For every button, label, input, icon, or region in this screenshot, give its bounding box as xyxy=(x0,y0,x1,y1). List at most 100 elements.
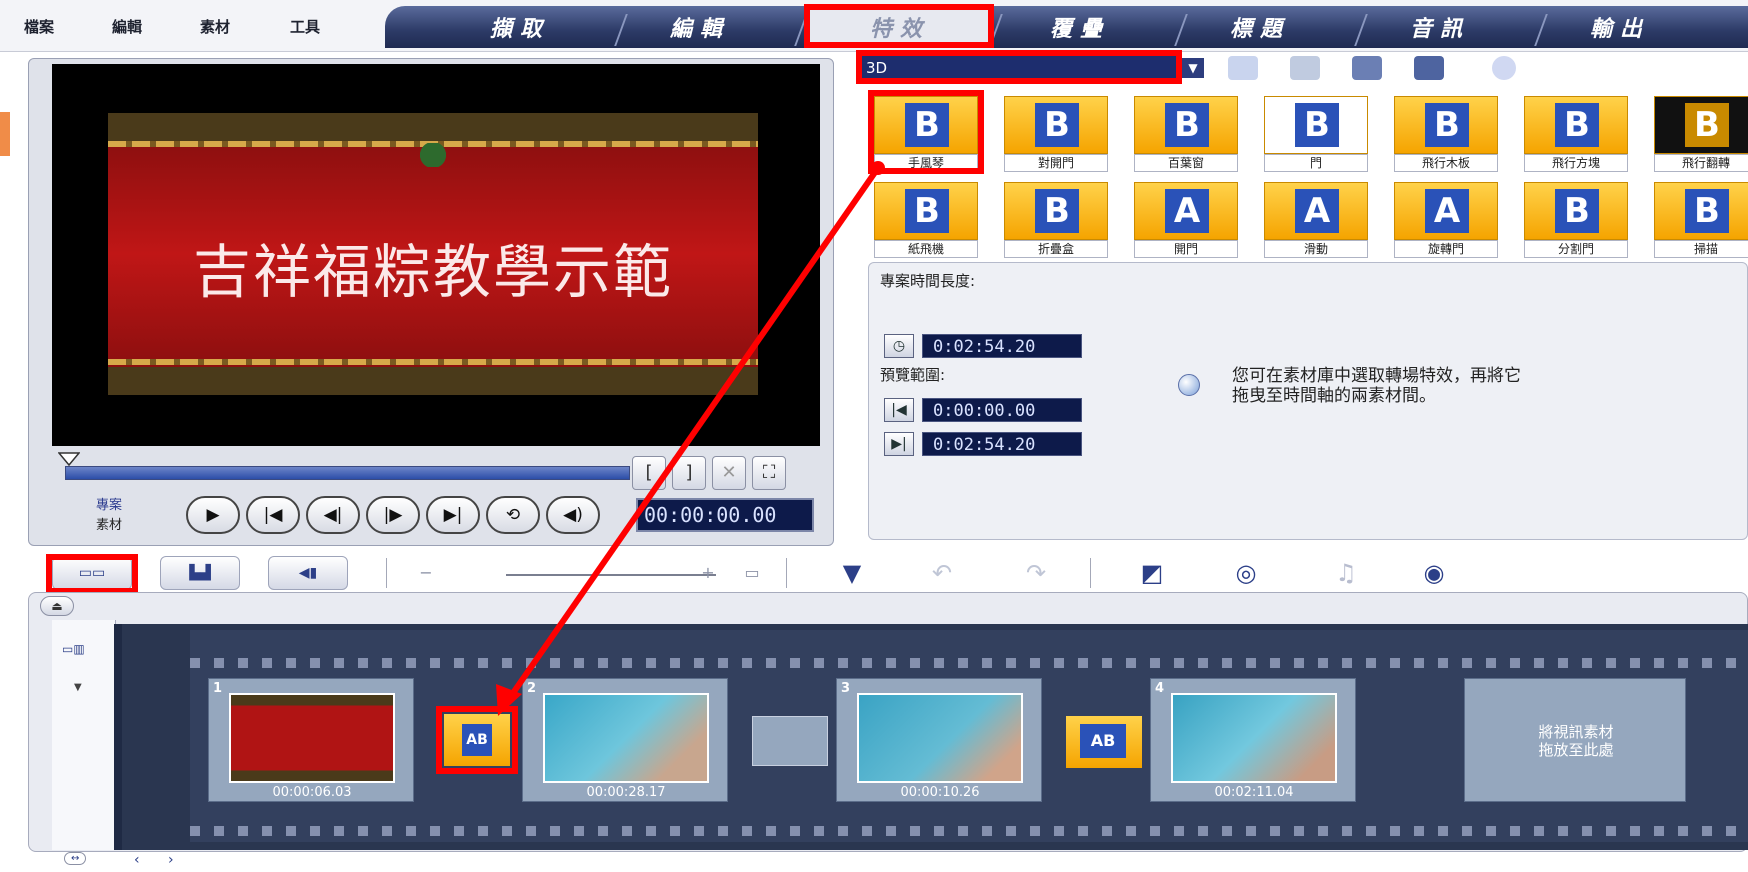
scrub-bar[interactable] xyxy=(65,466,630,480)
folder-icon[interactable] xyxy=(1228,56,1258,80)
undo-icon[interactable]: ↶ xyxy=(920,556,964,590)
effect-label: 掃描 xyxy=(1654,240,1748,258)
mode-project-label[interactable]: 專案 xyxy=(96,494,122,513)
next-frame-icon[interactable]: |▶ xyxy=(366,496,420,534)
eject-icon[interactable]: ⏏ xyxy=(40,596,74,616)
effect-label: 門 xyxy=(1264,154,1368,172)
apply-random-effect-icon[interactable] xyxy=(1414,56,1444,80)
go-to-end-icon[interactable]: ▶| xyxy=(426,496,480,534)
menu-edit[interactable]: 編輯 xyxy=(112,16,142,37)
mark-in-icon[interactable]: [ xyxy=(632,456,666,490)
redo-icon[interactable]: ↷ xyxy=(1014,556,1058,590)
cut-icon[interactable]: ✕ xyxy=(712,456,746,490)
effect-label: 滑動 xyxy=(1264,240,1368,258)
hint-line-1: 您可在素材庫中選取轉場特效，再將它 xyxy=(1232,366,1521,386)
menu-clip[interactable]: 素材 xyxy=(200,16,230,37)
side-accent-bar xyxy=(0,112,10,156)
timeline-clip-3[interactable]: 3 00:00:10.26 xyxy=(836,678,1042,802)
effect-flying-cube[interactable]: B 飛行方塊 xyxy=(1524,96,1628,172)
import-icon[interactable] xyxy=(1290,56,1320,80)
transition-effect-2[interactable]: AB xyxy=(1066,716,1142,768)
effect-revolving-door[interactable]: A 旋轉門 xyxy=(1394,182,1498,258)
effect-open-door[interactable]: A 開門 xyxy=(1134,182,1238,258)
holly-ornament xyxy=(403,143,463,167)
menu-tools[interactable]: 工具 xyxy=(290,16,320,37)
smart-proxy-icon[interactable]: ◩ xyxy=(1130,556,1174,590)
effect-folding-box[interactable]: B 折疊盒 xyxy=(1004,182,1108,258)
tab-capture[interactable]: 擷取 xyxy=(445,14,595,44)
project-duration-label: 專案時間長度: xyxy=(880,272,976,290)
effect-flying-board[interactable]: B 飛行木板 xyxy=(1394,96,1498,172)
effect-flying-flip[interactable]: B 飛行翻轉 xyxy=(1654,96,1748,172)
scroll-left-icon[interactable]: ‹ xyxy=(134,852,140,868)
chevron-down-icon[interactable]: ▼ xyxy=(1182,58,1204,78)
preview-range-label: 預覽範圍: xyxy=(880,366,946,384)
effect-sweep[interactable]: B 掃描 xyxy=(1654,182,1748,258)
zoom-slider[interactable] xyxy=(506,574,716,576)
timeline-clip-4[interactable]: 4 00:02:11.04 xyxy=(1150,678,1356,802)
scroll-right-icon[interactable]: › xyxy=(168,852,174,868)
fit-timeline-icon[interactable]: ↔ xyxy=(64,852,87,865)
mix-audio-icon[interactable]: ♫ xyxy=(1324,556,1368,590)
previous-frame-icon[interactable]: ◀| xyxy=(306,496,360,534)
batch-convert-icon[interactable]: ◎ xyxy=(1224,556,1268,590)
effect-label: 開門 xyxy=(1134,240,1238,258)
effect-label: 對開門 xyxy=(1004,154,1108,172)
tab-title[interactable]: 標題 xyxy=(1185,14,1335,44)
timeline-clip-2[interactable]: 2 00:00:28.17 xyxy=(522,678,728,802)
fit-to-window-icon[interactable]: ▭ xyxy=(730,556,774,590)
menu-file[interactable]: 檔案 xyxy=(24,16,54,37)
zoom-out-icon[interactable]: − xyxy=(404,556,448,590)
render-disc-icon[interactable]: ◉ xyxy=(1412,556,1456,590)
effect-paper-plane[interactable]: B 紙飛機 xyxy=(874,182,978,258)
mark-out-icon[interactable]: ] xyxy=(672,456,706,490)
video-title-text: 吉祥福粽教學示範 xyxy=(192,238,673,306)
highlight-applied-transition xyxy=(436,706,518,774)
play-icon[interactable]: ▶ xyxy=(186,496,240,534)
effect-slide[interactable]: A 滑動 xyxy=(1264,182,1368,258)
fullscreen-icon[interactable]: ⛶ xyxy=(752,456,786,490)
decorative-trim-bottom xyxy=(108,359,758,365)
clip-number: 2 xyxy=(527,681,537,696)
mode-clip-label[interactable]: 素材 xyxy=(96,514,122,533)
tab-edit[interactable]: 編輯 xyxy=(625,14,775,44)
transition-glyph: AB xyxy=(1080,724,1126,758)
highlight-category-dropdown xyxy=(856,50,1182,84)
scrub-handle-icon[interactable] xyxy=(58,452,80,466)
repeat-icon[interactable]: ⟲ xyxy=(486,496,540,534)
effect-split-door[interactable]: B 分割門 xyxy=(1524,182,1628,258)
expand-icon[interactable] xyxy=(1492,56,1516,80)
effect-label: 飛行方塊 xyxy=(1524,154,1628,172)
effect-label: 百葉窗 xyxy=(1134,154,1238,172)
tab-overlay[interactable]: 覆疊 xyxy=(1005,14,1155,44)
audio-view-button[interactable]: ◀▮ xyxy=(268,556,348,590)
timeline-clip-1[interactable]: 1 00:00:06.03 xyxy=(208,678,414,802)
tab-share[interactable]: 輸出 xyxy=(1545,14,1695,44)
drop-zone[interactable]: 將視訊素材 拖放至此處 xyxy=(1464,678,1686,802)
tab-audio[interactable]: 音訊 xyxy=(1365,14,1515,44)
effect-label: 折疊盒 xyxy=(1004,240,1108,258)
empty-transition-slot[interactable] xyxy=(752,716,828,766)
insert-media-icon[interactable]: ▼ xyxy=(830,556,874,590)
timeline-footer: ↔ ‹ › xyxy=(60,852,260,870)
clip-thumbnail xyxy=(1171,693,1337,783)
effect-door[interactable]: B門 xyxy=(1264,96,1368,172)
timeline-view-button[interactable]: ▙▟ xyxy=(160,556,240,590)
effect-label: 飛行翻轉 xyxy=(1654,154,1748,172)
favorite-effects-icon[interactable] xyxy=(1352,56,1382,80)
timeline-toolbar: ▭▭ ▙▟ ◀▮ − + ▭ ▼ ↶ ↷ ◩ ◎ ♫ ◉ xyxy=(40,552,1748,594)
clip-duration: 00:02:11.04 xyxy=(1214,785,1294,800)
timecode-display[interactable]: 00:00:00.00 xyxy=(636,498,814,532)
effect-double-door[interactable]: B 對開門 xyxy=(1004,96,1108,172)
zoom-in-icon[interactable]: + xyxy=(686,556,730,590)
track-header: ▭▥ ▼ xyxy=(52,620,116,850)
volume-icon[interactable]: ◀) xyxy=(546,496,600,534)
highlight-effect-tab xyxy=(804,4,994,48)
highlight-accordion-effect xyxy=(868,90,984,174)
step-tabs: 擷取 編輯 特效 覆疊 標題 音訊 輸出 xyxy=(385,6,1748,48)
go-to-start-icon[interactable]: |◀ xyxy=(246,496,300,534)
video-track-icon[interactable]: ▭▥ xyxy=(62,642,85,656)
track-dropdown-icon[interactable]: ▼ xyxy=(74,682,82,693)
film-sprockets-top xyxy=(190,658,1748,668)
effect-blinds[interactable]: B 百葉窗 xyxy=(1134,96,1238,172)
